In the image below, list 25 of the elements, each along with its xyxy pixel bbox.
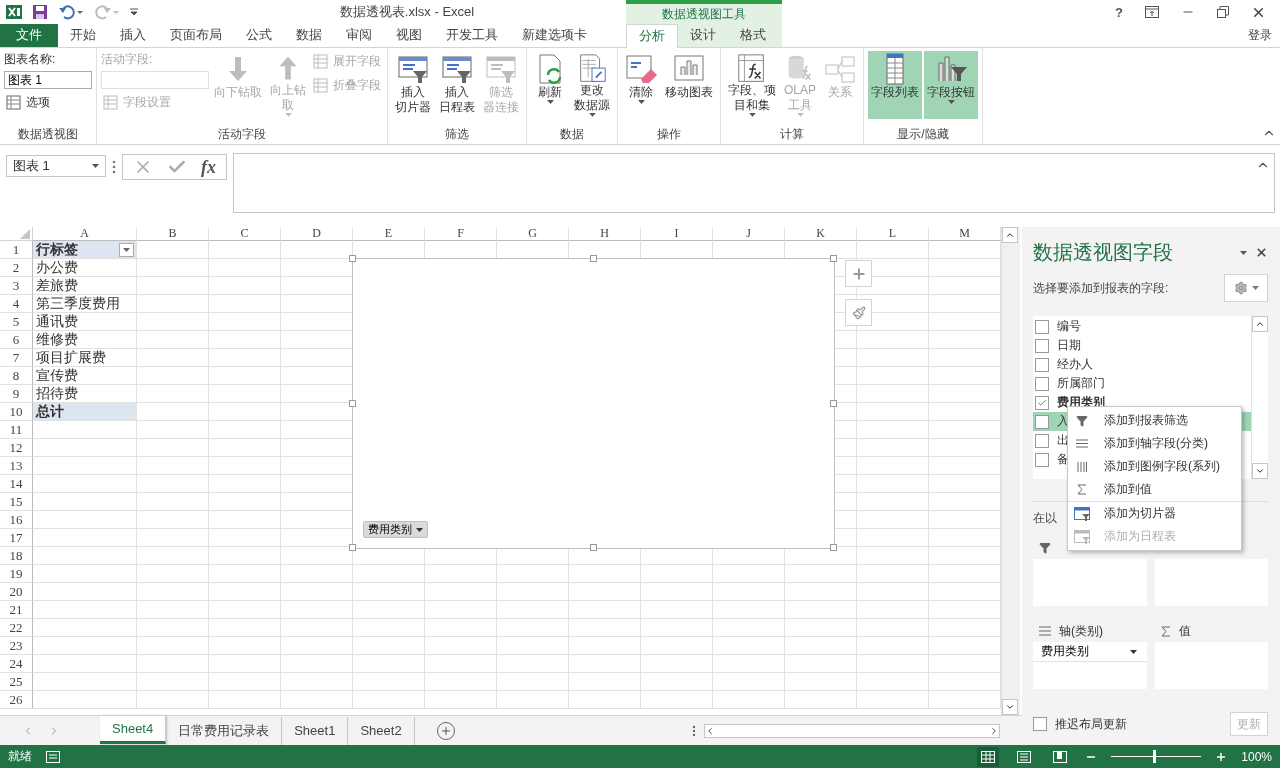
- field-name: 备: [1057, 451, 1069, 468]
- pane-title: 数据透视图字段: [1033, 240, 1173, 265]
- cell-text: 行标签: [36, 241, 78, 258]
- group-label: 活动字段: [217, 126, 267, 143]
- group-label: 显示/隐藏: [896, 126, 950, 143]
- window-title: 数据透视表.xlsx - Excel: [338, 3, 476, 21]
- group-label: 操作: [656, 126, 682, 143]
- area-label: 值: [1178, 622, 1191, 640]
- field-label: 活动字段:: [101, 51, 154, 68]
- table-cell: 总计: [33, 403, 137, 421]
- group-label: 计算: [779, 126, 805, 143]
- area-label: 轴(类别): [1059, 622, 1103, 640]
- field-name: 编号: [1057, 318, 1081, 335]
- group-label: 数据: [559, 126, 585, 143]
- field-name: 日期: [1057, 337, 1081, 354]
- status-text: 就绪: [8, 748, 32, 765]
- group-label: 数据透视图: [17, 126, 79, 143]
- field-name: 经办人: [1057, 356, 1093, 373]
- field-name: 出: [1057, 432, 1069, 449]
- field-name: 所属部门: [1057, 375, 1105, 392]
- checkbox-label: 推迟布局更新: [1055, 715, 1127, 733]
- group-label: 筛选: [444, 126, 470, 143]
- context-tab-group-title: 数据透视图工具: [626, 0, 782, 24]
- field-label: 图表名称:: [4, 51, 57, 68]
- pane-subtitle: 选择要添加到报表的字段:: [1033, 279, 1169, 297]
